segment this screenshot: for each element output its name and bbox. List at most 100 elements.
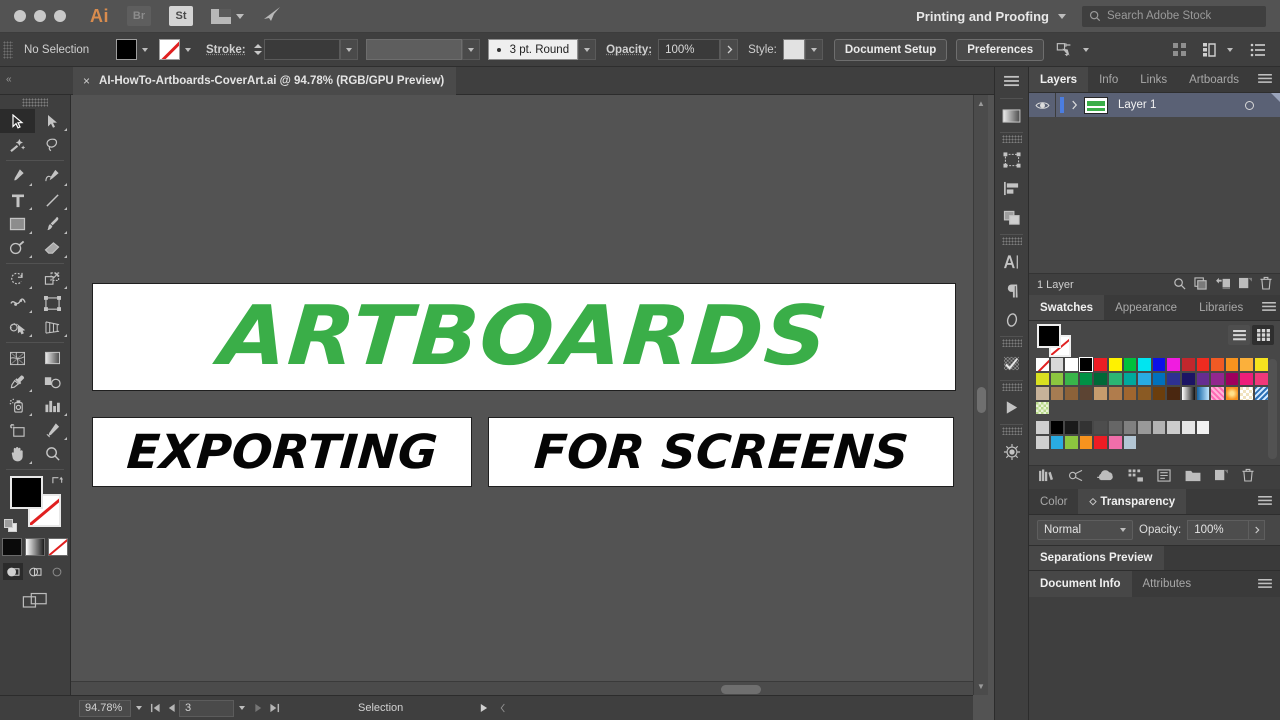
scroll-down-icon[interactable]: ▼ <box>977 682 985 691</box>
swatch-pattern[interactable] <box>1225 386 1240 401</box>
gradient-tool[interactable] <box>35 346 70 370</box>
graphic-style-swatch[interactable] <box>783 39 805 60</box>
swatch-color[interactable] <box>1239 372 1254 387</box>
swatch-color[interactable] <box>1050 372 1065 387</box>
swatch-color[interactable] <box>1064 420 1079 435</box>
swatch-color[interactable] <box>1079 386 1094 401</box>
lasso-tool[interactable] <box>35 133 70 157</box>
column-graph-tool[interactable] <box>35 394 70 418</box>
free-transform-tool[interactable] <box>35 291 70 315</box>
layers-list[interactable]: Layer 1 <box>1029 93 1280 273</box>
swatch-color[interactable] <box>1064 386 1079 401</box>
panel-menu-icon[interactable] <box>1250 67 1280 92</box>
distribute-dropdown[interactable] <box>1222 39 1238 60</box>
swatch-color[interactable] <box>1093 357 1108 372</box>
fill-swatch[interactable] <box>116 39 137 60</box>
stroke-weight-dropdown[interactable] <box>340 39 358 60</box>
stock-search-input[interactable]: Search Adobe Stock <box>1082 6 1266 27</box>
swatch-pattern[interactable] <box>1239 386 1254 401</box>
paintbrush-tool[interactable] <box>35 212 70 236</box>
document-setup-button[interactable]: Document Setup <box>834 39 947 61</box>
swatch-folder[interactable] <box>1035 435 1050 450</box>
swatch-color[interactable] <box>1137 420 1152 435</box>
swatch-color[interactable] <box>1181 420 1196 435</box>
swatch-color[interactable] <box>1137 372 1152 387</box>
panel-menu-icon[interactable] <box>1250 571 1280 597</box>
layer-row[interactable]: Layer 1 <box>1029 93 1280 117</box>
layer-target-indicator[interactable] <box>1245 101 1254 110</box>
width-tool[interactable] <box>0 291 35 315</box>
transparency-opacity-field[interactable]: 100% <box>1187 520 1249 540</box>
zoom-level-dropdown[interactable] <box>131 706 147 710</box>
swatch-color[interactable] <box>1050 435 1065 450</box>
swatch-color[interactable] <box>1093 372 1108 387</box>
type-tool[interactable] <box>0 188 35 212</box>
tab-artboards[interactable]: Artboards <box>1178 67 1250 92</box>
change-screen-mode-button[interactable] <box>0 592 70 609</box>
transparency-opacity-options[interactable] <box>1249 520 1265 540</box>
paragraph-panel-icon[interactable] <box>995 276 1028 305</box>
swatch-pattern[interactable] <box>1210 386 1225 401</box>
hand-tool[interactable] <box>0 442 35 466</box>
draw-behind-button[interactable] <box>25 563 45 580</box>
swatch-color[interactable] <box>1123 386 1138 401</box>
close-document-icon[interactable]: × <box>83 74 90 88</box>
swatch-gradient[interactable] <box>1196 386 1211 401</box>
shaper-tool[interactable] <box>0 236 35 260</box>
swatch-color[interactable] <box>1166 372 1181 387</box>
close-window-button[interactable] <box>14 10 26 22</box>
swatch-none[interactable] <box>1035 357 1050 372</box>
control-bar-grip[interactable] <box>3 41 13 59</box>
eraser-tool[interactable] <box>35 236 70 260</box>
color-mode-button[interactable] <box>2 538 22 556</box>
gradient-panel-icon[interactable] <box>995 101 1028 130</box>
swatch-color[interactable] <box>1225 357 1240 372</box>
tab-transparency[interactable]: ◇ Transparency <box>1078 489 1186 514</box>
artboard-tool[interactable] <box>0 418 35 442</box>
swatch-black[interactable] <box>1079 357 1094 372</box>
swatch-color[interactable] <box>1108 372 1123 387</box>
swatch-pattern[interactable] <box>1035 401 1050 416</box>
swatch-pattern[interactable] <box>1254 386 1269 401</box>
gradient-mode-button[interactable] <box>25 538 45 556</box>
swatch-color[interactable] <box>1181 372 1196 387</box>
swatch-color[interactable] <box>1123 372 1138 387</box>
tab-swatches[interactable]: Swatches <box>1029 295 1104 320</box>
artboard-number-field[interactable]: 3 <box>179 700 234 717</box>
video-panel-icon[interactable] <box>995 393 1028 422</box>
list-view-icon[interactable] <box>1228 325 1250 345</box>
swatch-color[interactable] <box>1108 357 1123 372</box>
swatch-color[interactable] <box>1210 372 1225 387</box>
stroke-weight-stepper[interactable] <box>252 39 264 60</box>
swap-fill-stroke-icon[interactable] <box>51 474 64 489</box>
swatch-color[interactable] <box>1123 435 1138 450</box>
select-similar-dropdown[interactable] <box>1078 39 1094 60</box>
magic-wand-tool[interactable] <box>0 133 35 157</box>
swatch-color[interactable] <box>1166 357 1181 372</box>
collapse-panels-icon[interactable] <box>995 67 1028 96</box>
swatches-fill-swatch[interactable] <box>1037 324 1061 348</box>
swatches-grid[interactable] <box>1029 353 1280 465</box>
swatch-color[interactable] <box>1196 357 1211 372</box>
swatch-registration[interactable] <box>1050 357 1065 372</box>
swatch-color[interactable] <box>1079 435 1094 450</box>
panel-menu-icon[interactable] <box>1254 295 1280 320</box>
swatch-color[interactable] <box>1035 372 1050 387</box>
pathfinder-panel-icon[interactable] <box>995 203 1028 232</box>
swatch-color[interactable] <box>1123 357 1138 372</box>
first-artboard-icon[interactable] <box>147 703 163 713</box>
swatch-color[interactable] <box>1166 420 1181 435</box>
document-tab[interactable]: × AI-HowTo-Artboards-CoverArt.ai @ 94.78… <box>73 67 456 95</box>
next-artboard-icon[interactable] <box>250 703 266 713</box>
swatch-color[interactable] <box>1254 357 1269 372</box>
stroke-swatch[interactable] <box>159 39 180 60</box>
line-segment-tool[interactable] <box>35 188 70 212</box>
variable-width-dropdown[interactable] <box>462 39 480 60</box>
chevron-right-icon[interactable] <box>1064 100 1084 110</box>
scroll-tabs-left-icon[interactable]: « <box>6 74 12 85</box>
scroll-up-icon[interactable]: ▲ <box>977 99 985 108</box>
blend-mode-select[interactable]: Normal <box>1037 520 1133 540</box>
swatch-color[interactable] <box>1166 386 1181 401</box>
previous-artboard-icon[interactable] <box>163 703 179 713</box>
eye-icon[interactable] <box>1029 100 1055 111</box>
